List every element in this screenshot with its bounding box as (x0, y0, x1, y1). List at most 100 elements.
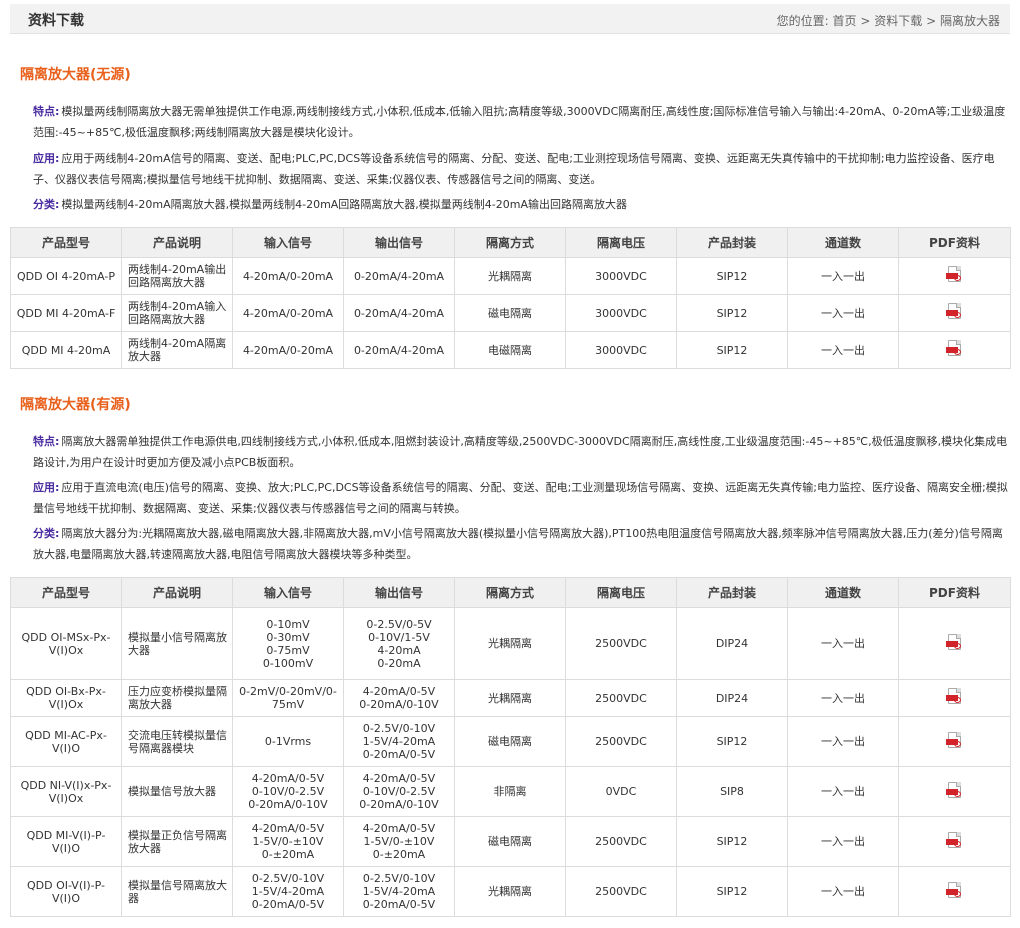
output-signal-cell: 0-2.5V/0-5V 0-10V/1-5V 4-20mA 0-20mA (343, 607, 455, 680)
model-cell: QDD NI-V(I)x-Px-V(I)Ox (10, 766, 122, 817)
pdf-cell (898, 716, 1011, 767)
pdf-cell (898, 257, 1011, 295)
column-header: 输入信号 (232, 227, 344, 258)
input-signal-cell: 0-2mV/0-20mV/0-75mV (232, 679, 344, 717)
package-cell: SIP8 (676, 766, 788, 817)
pdf-file-icon[interactable] (945, 340, 964, 357)
column-header: PDF资料 (898, 227, 1011, 258)
column-header: 通道数 (787, 227, 899, 258)
column-header: 隔离方式 (454, 577, 566, 608)
isolation-cell: 光耦隔离 (454, 679, 566, 717)
column-header: 产品型号 (10, 577, 122, 608)
output-signal-cell: 4-20mA/0-5V 0-20mA/0-10V (343, 679, 455, 717)
isolation-cell: 磁电隔离 (454, 816, 566, 867)
channels-cell: 一入一出 (787, 257, 899, 295)
pdf-file-icon[interactable] (945, 303, 964, 320)
isolation-voltage-cell: 3000VDC (565, 294, 677, 332)
channels-cell: 一入一出 (787, 716, 899, 767)
isolation-cell: 电磁隔离 (454, 331, 566, 369)
breadcrumb-downloads[interactable]: 资料下载 (874, 14, 922, 28)
description-cell: 模拟量信号放大器 (121, 766, 233, 817)
pdf-cell (898, 679, 1011, 717)
package-cell: DIP24 (676, 679, 788, 717)
product-table-active: 产品型号 产品说明 输入信号 输出信号 隔离方式 隔离电压 产品封装 通道数 PDF资料 QDD … (10, 577, 1011, 917)
application-text: 应用于直流电流(电压)信号的隔离、变换、放大;PLC,PC,DCS等设备系统信号… (33, 481, 1008, 515)
input-signal-cell: 0-1Vrms (232, 716, 344, 767)
breadcrumb: 您的位置: 首页 > 资料下载 > 隔离放大器 (777, 12, 1000, 29)
description-cell: 交流电压转模拟量信号隔离器模块 (121, 716, 233, 767)
package-cell: SIP12 (676, 866, 788, 917)
pdf-file-icon[interactable] (945, 688, 964, 705)
section-passive-applications: 应用: 应用于两线制4-20mA信号的隔离、变送、配电;PLC,PC,DCS等设备… (33, 148, 1009, 190)
feature-label: 特点: (33, 105, 60, 118)
table-header-row: 产品型号 产品说明 输入信号 输出信号 隔离方式 隔离电压 产品封装 通道数 PDF资料 (10, 227, 1011, 258)
description-cell: 两线制4-20mA隔离放大器 (121, 331, 233, 369)
isolation-cell: 光耦隔离 (454, 866, 566, 917)
pdf-file-icon[interactable] (945, 633, 964, 651)
application-label: 应用: (33, 481, 60, 494)
input-signal-cell: 4-20mA/0-20mA (232, 257, 344, 295)
pdf-file-icon[interactable] (945, 266, 964, 283)
column-header: 输出信号 (343, 227, 455, 258)
page-header: 资料下载 您的位置: 首页 > 资料下载 > 隔离放大器 (10, 4, 1010, 34)
section-passive-features: 特点: 模拟量两线制隔离放大器无需单独提供工作电源,两线制接线方式,小体积,低成本… (33, 101, 1009, 143)
feature-text: 模拟量两线制隔离放大器无需单独提供工作电源,两线制接线方式,小体积,低成本,低输… (33, 105, 1006, 139)
pdf-file-icon[interactable] (945, 731, 964, 749)
channels-cell: 一入一出 (787, 331, 899, 369)
breadcrumb-separator: > (926, 14, 937, 28)
description-cell: 模拟量小信号隔离放大器 (121, 607, 233, 680)
column-header: 产品说明 (121, 577, 233, 608)
pdf-cell (898, 766, 1011, 817)
isolation-cell: 磁电隔离 (454, 294, 566, 332)
package-cell: SIP12 (676, 294, 788, 332)
input-signal-cell: 0-2.5V/0-10V 1-5V/4-20mA 0-20mA/0-5V (232, 866, 344, 917)
output-signal-cell: 0-20mA/4-20mA (343, 257, 455, 295)
pdf-file-icon[interactable] (945, 831, 964, 849)
breadcrumb-separator: > (860, 14, 871, 28)
breadcrumb-prefix: 您的位置: (776, 14, 829, 28)
breadcrumb-current[interactable]: 隔离放大器 (940, 14, 1000, 28)
model-cell: QDD OI-V(I)-P-V(I)O (10, 866, 122, 917)
table-row: QDD OI 4-20mA-P 两线制4-20mA输出回路隔离放大器 4-20mA/… (10, 257, 1011, 295)
package-cell: SIP12 (676, 816, 788, 867)
column-header: 输出信号 (343, 577, 455, 608)
output-signal-cell: 0-2.5V/0-10V 1-5V/4-20mA 0-20mA/0-5V (343, 866, 455, 917)
page-title: 资料下载 (28, 13, 84, 29)
table-row: QDD OI-V(I)-P-V(I)O 模拟量信号隔离放大器 0-2.5V/0-10… (10, 866, 1011, 917)
classification-text: 隔离放大器分为:光耦隔离放大器,磁电隔离放大器,非隔离放大器,mV小信号隔离放大… (33, 527, 1003, 561)
isolation-voltage-cell: 0VDC (565, 766, 677, 817)
channels-cell: 一入一出 (787, 679, 899, 717)
isolation-cell: 非隔离 (454, 766, 566, 817)
column-header: 隔离方式 (454, 227, 566, 258)
model-cell: QDD OI 4-20mA-P (10, 257, 122, 295)
input-signal-cell: 4-20mA/0-5V 1-5V/0-±10V 0-±20mA (232, 816, 344, 867)
column-header: 输入信号 (232, 577, 344, 608)
input-signal-cell: 4-20mA/0-20mA (232, 331, 344, 369)
model-cell: QDD OI-MSx-Px-V(I)Ox (10, 607, 122, 680)
table-row: QDD MI-V(I)-P-V(I)O 模拟量正负信号隔离放大器 4-20mA/0-… (10, 816, 1011, 867)
description-cell: 压力应变桥模拟量隔离放大器 (121, 679, 233, 717)
description-cell: 两线制4-20mA输出回路隔离放大器 (121, 257, 233, 295)
isolation-cell: 光耦隔离 (454, 257, 566, 295)
pdf-file-icon[interactable] (945, 881, 964, 899)
model-cell: QDD MI 4-20mA-F (10, 294, 122, 332)
classification-label: 分类: (33, 198, 60, 211)
section-title-active: 隔离放大器(有源) (20, 397, 131, 413)
column-header: 产品说明 (121, 227, 233, 258)
isolation-voltage-cell: 2500VDC (565, 866, 677, 917)
classification-text: 模拟量两线制4-20mA隔离放大器,模拟量两线制4-20mA回路隔离放大器,模拟… (61, 198, 628, 211)
pdf-file-icon[interactable] (945, 781, 964, 799)
output-signal-cell: 0-2.5V/0-10V 1-5V/4-20mA 0-20mA/0-5V (343, 716, 455, 767)
channels-cell: 一入一出 (787, 866, 899, 917)
isolation-voltage-cell: 3000VDC (565, 257, 677, 295)
description-cell: 两线制4-20mA输入回路隔离放大器 (121, 294, 233, 332)
feature-label: 特点: (33, 435, 60, 448)
output-signal-cell: 4-20mA/0-5V 0-10V/0-2.5V 0-20mA/0-10V (343, 766, 455, 817)
model-cell: QDD MI-V(I)-P-V(I)O (10, 816, 122, 867)
isolation-voltage-cell: 3000VDC (565, 331, 677, 369)
breadcrumb-home[interactable]: 首页 (833, 14, 857, 28)
table-row: QDD MI 4-20mA-F 两线制4-20mA输入回路隔离放大器 4-20mA/… (10, 294, 1011, 332)
column-header: 隔离电压 (565, 577, 677, 608)
application-label: 应用: (33, 152, 60, 165)
package-cell: DIP24 (676, 607, 788, 680)
